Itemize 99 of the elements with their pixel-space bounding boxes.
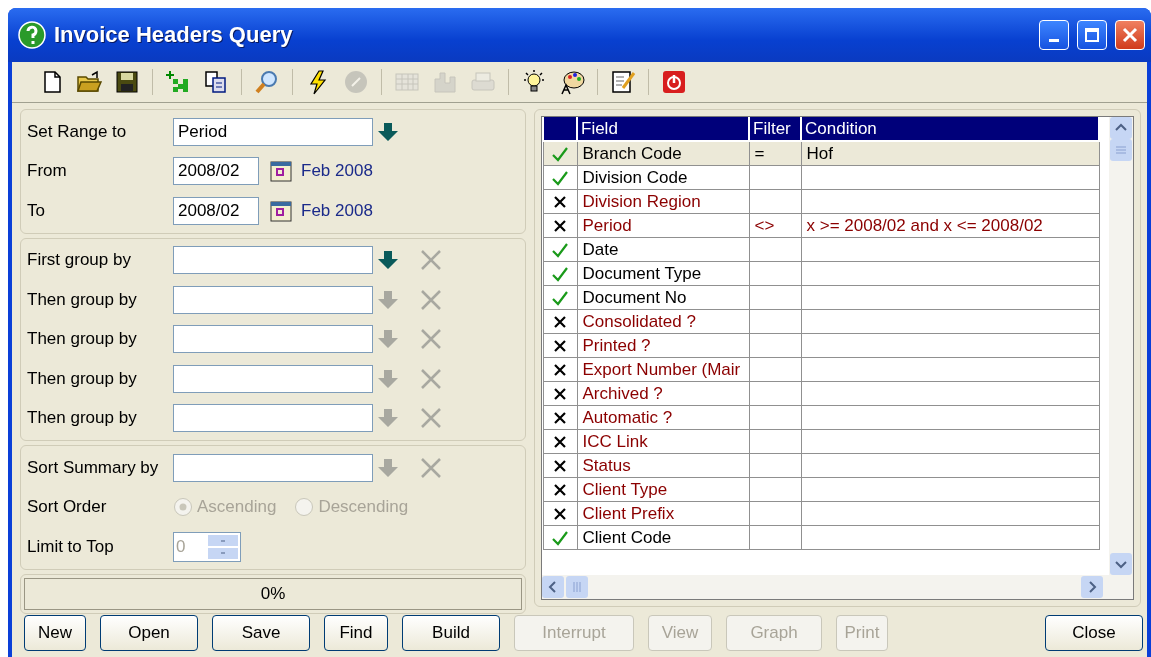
add-grid-icon[interactable] [165, 69, 191, 95]
table-cell: Status [577, 453, 749, 478]
group-field[interactable] [173, 364, 373, 393]
column-header[interactable]: Condition [801, 117, 1099, 141]
down-arrow-icon[interactable] [377, 250, 399, 271]
scroll-thumb[interactable] [1110, 139, 1132, 161]
date-text: Feb 2008 [301, 200, 373, 221]
table-cell: x >= 2008/02 and x <= 2008/02 [801, 213, 1099, 238]
date-field[interactable]: 2008/02 [173, 157, 259, 186]
calendar-icon[interactable] [269, 198, 293, 223]
close-icon [1122, 27, 1138, 43]
table-cell [749, 525, 801, 550]
field-label: From [27, 161, 68, 182]
palette-icon[interactable] [559, 69, 585, 95]
table-cell [749, 285, 801, 310]
table-cell [749, 165, 801, 190]
dialog-button[interactable]: Build [402, 615, 500, 651]
field-label: First group by [27, 250, 132, 271]
table-cell: Division Region [577, 189, 749, 214]
field-label: Sort Order [27, 497, 108, 518]
clear-icon[interactable] [419, 455, 443, 480]
table-cell [749, 189, 801, 214]
table-cell: Export Number (Mair [577, 357, 749, 382]
table-cell: Hof [801, 141, 1099, 166]
minimize-button[interactable] [1039, 20, 1069, 50]
table-cell [749, 381, 801, 406]
scroll-thumb[interactable] [566, 576, 588, 598]
table-cell [749, 333, 801, 358]
sort-field[interactable] [173, 453, 373, 482]
table-cell [749, 501, 801, 526]
down-arrow-icon[interactable] [377, 121, 399, 142]
group-field[interactable] [173, 325, 373, 354]
group-field[interactable] [173, 404, 373, 433]
search-icon[interactable] [254, 69, 280, 95]
dialog-button[interactable]: Find [324, 615, 388, 651]
calendar-icon[interactable] [269, 159, 293, 184]
table-cell: Document No [577, 285, 749, 310]
table-cell: Consolidated ? [577, 309, 749, 334]
table-cell: Period [577, 213, 749, 238]
table-cell [749, 357, 801, 382]
date-field[interactable]: 2008/02 [173, 196, 259, 225]
power-icon[interactable] [661, 69, 687, 95]
table-cell: Automatic ? [577, 405, 749, 430]
table-cell: Document Type [577, 261, 749, 286]
progress-bar: 0% [24, 577, 522, 610]
field-label: Limit to Top [27, 536, 115, 557]
bulb-icon[interactable] [521, 69, 547, 95]
field-label: Then group by [27, 329, 138, 350]
table-cell: Division Code [577, 165, 749, 190]
notepad-icon[interactable] [610, 69, 636, 95]
table-cell [749, 477, 801, 502]
field-label: Set Range to [27, 121, 128, 142]
column-header[interactable]: Field [577, 117, 749, 141]
window-title: Invoice Headers Query [54, 22, 294, 48]
field-label: To [27, 200, 46, 221]
open-icon[interactable] [76, 69, 102, 95]
date-text: Feb 2008 [301, 161, 373, 182]
field-label: Sort Summary by [27, 457, 160, 478]
table-cell [749, 429, 801, 454]
copy-icon[interactable] [203, 69, 229, 95]
field-label: Then group by [27, 368, 138, 389]
table-cell [749, 261, 801, 286]
dialog-button[interactable]: Close [1045, 615, 1143, 651]
maximize-button[interactable] [1077, 20, 1107, 50]
scroll-down-button[interactable] [1110, 553, 1132, 575]
radio-label: Ascending [197, 497, 277, 518]
table-cell: <> [749, 213, 801, 238]
radio-label: Descending [318, 497, 409, 518]
table-cell: Client Code [577, 525, 749, 550]
table-cell [749, 237, 801, 262]
scroll-right-button[interactable] [1081, 576, 1103, 598]
clear-icon[interactable] [419, 366, 443, 391]
table-cell: Date [577, 237, 749, 262]
table-cell: Client Type [577, 477, 749, 502]
table-cell [749, 453, 801, 478]
group-field[interactable] [173, 246, 373, 275]
maximize-icon [1084, 27, 1100, 43]
scroll-up-button[interactable] [1110, 117, 1132, 139]
scroll-left-button[interactable] [542, 576, 564, 598]
clear-icon[interactable] [419, 287, 443, 312]
table-cell [749, 405, 801, 430]
column-header[interactable]: Filter [749, 117, 801, 141]
table-cell: Archived ? [577, 381, 749, 406]
dialog-button[interactable]: Save [212, 615, 310, 651]
save-icon[interactable] [114, 69, 140, 95]
dialog-button[interactable]: New [24, 615, 86, 651]
table-cell [749, 309, 801, 334]
table-cell: Printed ? [577, 333, 749, 358]
dialog-button[interactable]: Open [100, 615, 198, 651]
table-cell: Client Prefix [577, 501, 749, 526]
table-cell: Branch Code [577, 141, 749, 166]
field-label: Then group by [27, 289, 138, 310]
help-icon [18, 21, 46, 49]
range-field[interactable]: Period [173, 117, 373, 146]
group-field[interactable] [173, 285, 373, 314]
field-label: Then group by [27, 408, 138, 429]
minimize-icon [1049, 38, 1059, 42]
close-button[interactable] [1115, 20, 1145, 50]
table-cell: ICC Link [577, 429, 749, 454]
